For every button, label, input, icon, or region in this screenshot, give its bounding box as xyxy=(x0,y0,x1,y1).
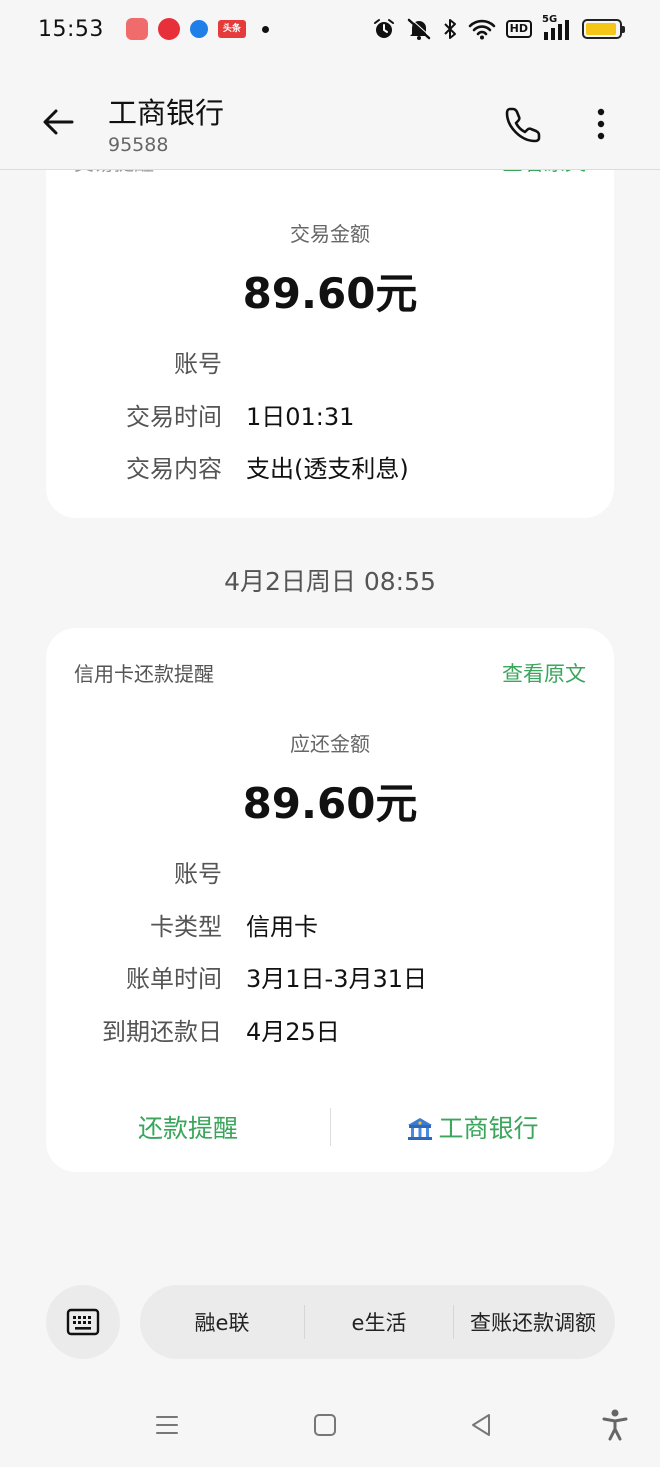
video-app-icon xyxy=(157,18,180,40)
menu-item-rongelian[interactable]: 融e联 xyxy=(140,1307,304,1337)
field-label-transaction-content: 交易内容 xyxy=(126,455,222,483)
keyboard-icon xyxy=(66,1308,100,1336)
field-value-transaction-content: 支出(透支利息) xyxy=(246,455,409,483)
field-label-bill-period: 账单时间 xyxy=(126,965,222,993)
menu-item-account-services[interactable]: 查账还款调额 xyxy=(454,1307,612,1337)
menu-item-elife[interactable]: e生活 xyxy=(305,1307,453,1337)
amount-label: 应还金额 xyxy=(290,732,370,756)
amount-value: 89.60元 xyxy=(242,779,418,828)
status-system-icons: HD 5G xyxy=(372,14,625,41)
status-bar: 15:53 头条 HD 5G xyxy=(0,0,660,58)
contact-number: 95588 xyxy=(108,134,169,156)
amount-value: 89.60元 xyxy=(242,269,418,318)
hd-badge: HD xyxy=(505,20,532,38)
amount-label: 交易金额 xyxy=(290,222,370,246)
field-label-account: 账号 xyxy=(174,860,222,888)
keyboard-toggle-button[interactable] xyxy=(46,1285,120,1359)
back-nav-icon[interactable] xyxy=(468,1412,494,1438)
signal-group: 5G xyxy=(542,14,572,41)
wifi-icon xyxy=(468,19,495,40)
home-icon[interactable] xyxy=(312,1412,338,1438)
phone-icon[interactable] xyxy=(504,104,544,144)
status-time: 15:53 xyxy=(38,16,104,42)
bank-icon xyxy=(408,1118,433,1140)
field-label-card-type: 卡类型 xyxy=(150,913,222,941)
browser-app-icon xyxy=(189,20,208,38)
app-notification-icon xyxy=(125,18,148,40)
field-value-bill-period: 3月1日-3月31日 xyxy=(246,965,428,993)
alarm-icon xyxy=(373,19,394,38)
field-value-transaction-time: 1日01:31 xyxy=(246,403,355,431)
message-timestamp: 4月2日周日 08:55 xyxy=(224,567,436,596)
signal-icon xyxy=(544,20,569,40)
field-label-due-date: 到期还款日 xyxy=(102,1018,222,1046)
contact-name: 工商银行 xyxy=(108,96,225,130)
status-app-icons: 头条 xyxy=(125,18,269,40)
field-value-due-date: 4月25日 xyxy=(246,1018,340,1046)
news-app-icon: 头条 xyxy=(217,20,246,38)
bank-link-button[interactable]: 工商银行 xyxy=(331,1108,614,1150)
quick-menu-bar: 融e联 e生活 查账还款调额 xyxy=(140,1285,615,1359)
bank-link-label: 工商银行 xyxy=(438,1114,539,1143)
message-card-credit-repayment: 信用卡还款提醒 查看原文 应还金额 89.60元 账号 卡类型 信用卡 账单时间… xyxy=(46,628,614,1172)
back-arrow-icon[interactable] xyxy=(40,104,76,140)
card-action-bar: 还款提醒 工商银行 xyxy=(46,1108,614,1150)
recent-apps-icon[interactable] xyxy=(154,1412,180,1438)
accessibility-icon[interactable] xyxy=(600,1408,630,1442)
mute-icon xyxy=(407,18,431,40)
more-notifications-dot xyxy=(261,25,269,33)
bluetooth-icon xyxy=(443,19,456,39)
system-navigation-bar xyxy=(0,1398,660,1454)
message-card-transaction: 交易提醒 查看原文 交易金额 89.60元 账号 交易时间 1日01:31 交易… xyxy=(46,120,614,518)
battery-icon xyxy=(582,19,625,39)
field-label-account: 账号 xyxy=(174,350,222,378)
conversation-header: 工商银行 95588 xyxy=(0,70,660,170)
field-label-transaction-time: 交易时间 xyxy=(126,403,222,431)
view-original-link[interactable]: 查看原文 xyxy=(502,658,586,688)
repayment-reminder-button[interactable]: 还款提醒 xyxy=(46,1108,330,1150)
message-type-label: 信用卡还款提醒 xyxy=(74,662,214,686)
field-value-card-type: 信用卡 xyxy=(246,913,318,941)
battery-level-fill xyxy=(586,23,617,35)
more-options-icon[interactable] xyxy=(586,104,616,144)
